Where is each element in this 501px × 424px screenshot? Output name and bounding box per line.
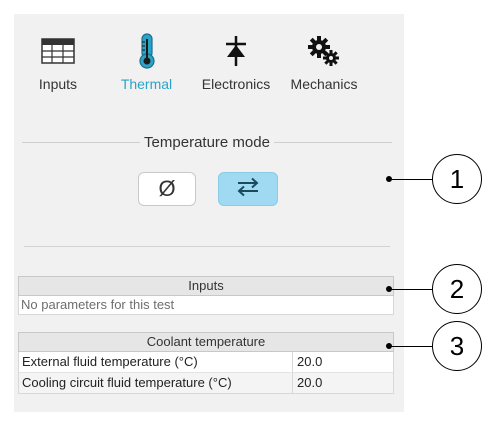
tab-label: Mechanics	[290, 76, 358, 92]
settings-panel: Inputs Thermal Electronics Mechanics Tem…	[14, 14, 404, 412]
parameter-value-input[interactable]: 20.0	[293, 352, 393, 372]
table-row: Cooling circuit fluid temperature (°C) 2…	[18, 373, 394, 394]
table-row: External fluid temperature (°C) 20.0	[18, 352, 394, 373]
separator	[24, 246, 390, 247]
callout-3: 3	[432, 321, 482, 371]
callout-2: 2	[432, 264, 482, 314]
inputs-header: Inputs	[18, 276, 394, 296]
coolant-header: Coolant temperature	[18, 332, 394, 352]
coolant-temperature-section: Coolant temperature External fluid tempe…	[18, 332, 394, 394]
tab-label: Electronics	[201, 76, 271, 92]
tab-mechanics[interactable]: Mechanics	[282, 34, 366, 92]
tab-label: Thermal	[120, 76, 173, 92]
swap-arrows-icon	[235, 177, 261, 202]
callout-1: 1	[432, 154, 482, 204]
no-parameters-text: No parameters for this test	[18, 296, 394, 315]
callout-line	[389, 179, 434, 180]
callout-line	[389, 346, 434, 347]
temperature-mode-title: Temperature mode	[22, 134, 392, 151]
parameter-name: Cooling circuit fluid temperature (°C)	[19, 373, 293, 393]
tab-electronics[interactable]: Electronics	[194, 34, 278, 92]
gears-icon	[282, 34, 366, 68]
section-title: Temperature mode	[144, 134, 270, 151]
mode-cycle-button[interactable]	[218, 172, 278, 206]
thermometer-icon	[114, 33, 179, 69]
tab-label: Inputs	[38, 76, 78, 92]
parameter-value-input[interactable]: 20.0	[293, 373, 393, 393]
tab-inputs[interactable]: Inputs	[28, 34, 88, 92]
tab-thermal[interactable]: Thermal	[114, 33, 179, 92]
divider-line	[273, 142, 392, 143]
divider-line	[22, 142, 141, 143]
diode-icon	[194, 34, 278, 68]
parameter-name: External fluid temperature (°C)	[19, 352, 293, 372]
callout-line	[389, 289, 434, 290]
table-icon	[28, 34, 88, 68]
mode-none-button[interactable]: Ø	[138, 172, 196, 206]
empty-set-icon: Ø	[158, 176, 176, 201]
inputs-section: Inputs No parameters for this test	[18, 276, 394, 315]
